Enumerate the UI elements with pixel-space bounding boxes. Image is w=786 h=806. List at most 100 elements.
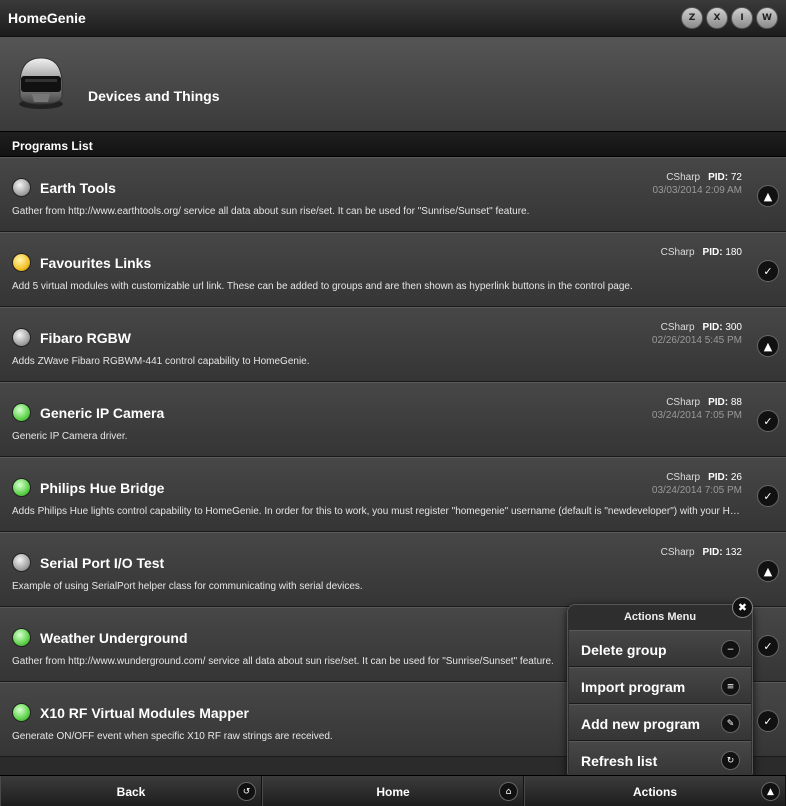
- program-meta: CSharp PID: 88 03/24/2014 7:05 PM: [652, 397, 742, 421]
- status-led-icon: [12, 403, 31, 422]
- program-name: Favourites Links: [40, 255, 152, 271]
- eject-icon[interactable]: ▲: [758, 186, 778, 206]
- back-label: Back: [116, 785, 146, 799]
- pid-label: PID:: [702, 322, 723, 333]
- x10-icon[interactable]: X: [706, 7, 728, 29]
- app-title: HomeGenie: [8, 10, 86, 26]
- pid-label: PID:: [702, 247, 723, 258]
- program-name: X10 RF Virtual Modules Mapper: [40, 705, 250, 721]
- home-button[interactable]: Home ⌂: [262, 776, 524, 806]
- status-led-icon: [12, 478, 31, 497]
- program-meta: CSharp PID: 132: [661, 547, 742, 560]
- program-language: CSharp: [666, 397, 701, 408]
- footer-bar: Back ↺ Home ⌂ Actions ▲: [0, 775, 786, 806]
- program-pid: 88: [730, 397, 742, 408]
- program-row[interactable]: Earth Tools CSharp PID: 72 03/03/2014 2:09 …: [0, 157, 786, 232]
- program-row[interactable]: Favourites Links CSharp PID: 180 Add 5 virt…: [0, 232, 786, 307]
- import-program-button[interactable]: Import program ≡: [569, 667, 751, 704]
- refresh-list-button[interactable]: Refresh list ↻: [569, 741, 751, 778]
- program-description: Generic IP Camera driver.: [12, 431, 128, 442]
- interface-icons: Z X I W: [681, 7, 778, 29]
- pid-label: PID:: [702, 547, 723, 558]
- check-icon[interactable]: ✓: [758, 411, 778, 431]
- program-pid: 180: [725, 247, 742, 258]
- pid-label: PID:: [708, 472, 729, 483]
- program-name: Weather Underground: [40, 630, 188, 646]
- program-language: CSharp: [660, 322, 695, 333]
- program-description: Example of using SerialPort helper class…: [12, 581, 363, 592]
- home-icon: ⌂: [500, 783, 517, 800]
- program-row[interactable]: Philips Hue Bridge CSharp PID: 26 03/24/201…: [0, 457, 786, 532]
- status-led-icon: [12, 628, 31, 647]
- program-pid: 72: [730, 172, 742, 183]
- back-button[interactable]: Back ↺: [0, 776, 262, 806]
- program-language: CSharp: [666, 172, 701, 183]
- status-led-icon: [12, 253, 31, 272]
- delete-group-button[interactable]: Delete group −: [569, 630, 751, 667]
- actions-menu: Actions Menu Delete group − Import progr…: [567, 604, 753, 780]
- menu-item-label: Add new program: [581, 716, 701, 732]
- check-icon[interactable]: ✓: [758, 261, 778, 281]
- actions-button[interactable]: Actions ▲: [524, 776, 786, 806]
- insteon-icon[interactable]: I: [731, 7, 753, 29]
- home-label: Home: [376, 785, 410, 799]
- close-icon[interactable]: ✖: [733, 598, 752, 617]
- status-led-icon: [12, 553, 31, 572]
- program-name: Fibaro RGBW: [40, 330, 131, 346]
- section-title: Programs List: [12, 139, 93, 153]
- program-meta: CSharp PID: 300 02/26/2014 5:45 PM: [652, 322, 742, 346]
- page-header: Devices and Things: [0, 37, 786, 131]
- program-language: CSharp: [666, 472, 701, 483]
- minus-icon: −: [722, 641, 739, 658]
- pid-label: PID:: [708, 172, 729, 183]
- chevron-up-icon: ▲: [762, 783, 779, 800]
- program-name: Generic IP Camera: [40, 405, 165, 421]
- section-title-bar: Programs List: [0, 131, 786, 157]
- helmet-icon: [19, 57, 63, 109]
- program-meta: CSharp PID: 72 03/03/2014 2:09 AM: [652, 172, 742, 196]
- program-name: Philips Hue Bridge: [40, 480, 165, 496]
- program-pid: 26: [730, 472, 742, 483]
- add-new-program-button[interactable]: Add new program ✎: [569, 704, 751, 741]
- program-language: CSharp: [660, 547, 695, 558]
- zwave-icon[interactable]: Z: [681, 7, 703, 29]
- program-meta: CSharp PID: 26 03/24/2014 7:05 PM: [652, 472, 742, 496]
- refresh-icon: ↻: [722, 752, 739, 769]
- menu-item-label: Refresh list: [581, 753, 658, 769]
- status-led-icon: [12, 328, 31, 347]
- menu-item-label: Import program: [581, 679, 686, 695]
- program-date: 03/24/2014 7:05 PM: [651, 485, 742, 496]
- list-icon: ≡: [722, 678, 739, 695]
- program-description: Adds ZWave Fibaro RGBWM-441 control capa…: [12, 356, 310, 367]
- status-led-icon: [12, 178, 31, 197]
- program-date: 03/24/2014 7:05 PM: [651, 410, 742, 421]
- program-row[interactable]: Serial Port I/O Test CSharp PID: 132 Exampl…: [0, 532, 786, 607]
- check-icon[interactable]: ✓: [758, 486, 778, 506]
- program-pid: 300: [725, 322, 742, 333]
- eject-icon[interactable]: ▲: [758, 561, 778, 581]
- program-name: Serial Port I/O Test: [40, 555, 165, 571]
- pid-label: PID:: [708, 397, 729, 408]
- eject-icon[interactable]: ▲: [758, 336, 778, 356]
- actions-menu-title: Actions Menu: [623, 611, 697, 623]
- program-row[interactable]: Generic IP Camera CSharp PID: 88 03/24/2014…: [0, 382, 786, 457]
- actions-label: Actions: [632, 785, 677, 799]
- program-description: Adds Philips Hue lights control capabili…: [12, 506, 742, 517]
- program-pid: 132: [725, 547, 742, 558]
- top-bar: HomeGenie Z X I W: [0, 0, 786, 37]
- program-description: Gather from http://www.earthtools.org/ s…: [12, 206, 530, 217]
- menu-item-label: Delete group: [581, 642, 667, 658]
- w800-icon[interactable]: W: [756, 7, 778, 29]
- check-icon[interactable]: ✓: [758, 711, 778, 731]
- program-name: Earth Tools: [40, 180, 116, 196]
- program-row[interactable]: Fibaro RGBW CSharp PID: 300 02/26/2014 5:45…: [0, 307, 786, 382]
- back-icon: ↺: [238, 783, 255, 800]
- pencil-icon: ✎: [722, 715, 739, 732]
- program-date: 02/26/2014 5:45 PM: [651, 335, 742, 346]
- program-description: Add 5 virtual modules with customizable …: [12, 281, 633, 292]
- status-led-icon: [12, 703, 31, 722]
- page-title: Devices and Things: [88, 88, 220, 104]
- check-icon[interactable]: ✓: [758, 636, 778, 656]
- program-meta: CSharp PID: 180: [661, 247, 742, 260]
- program-language: CSharp: [660, 247, 695, 258]
